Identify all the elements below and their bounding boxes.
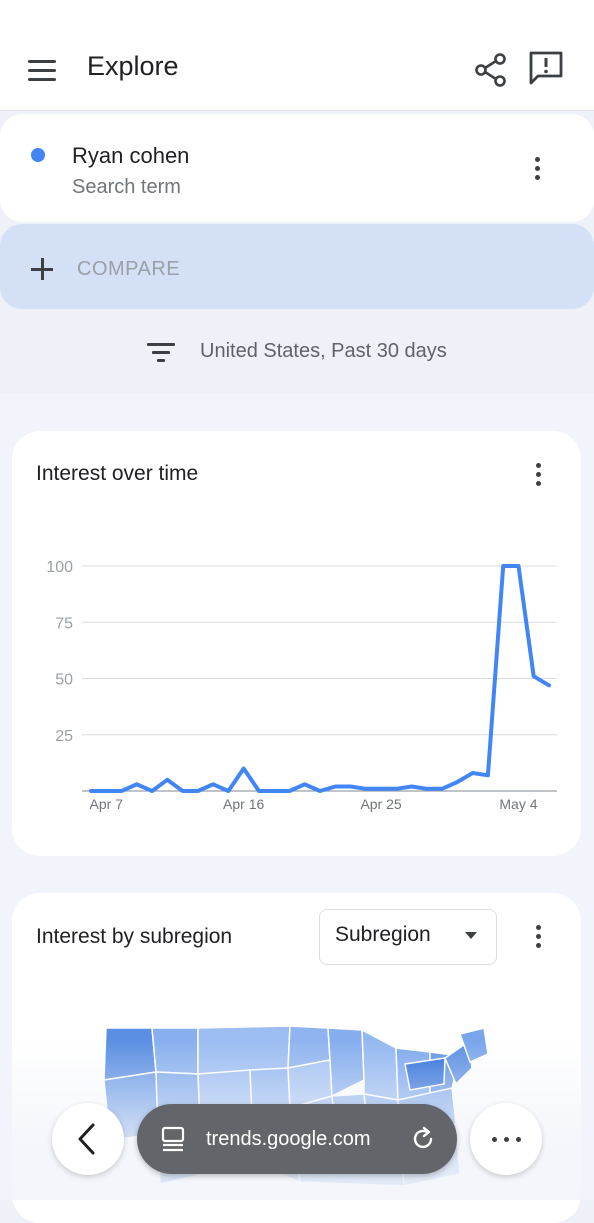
y-tick-label: 25 <box>55 728 73 745</box>
browser-more-icon[interactable] <box>470 1103 542 1175</box>
interest-over-time-chart: 25 50 75 100 Apr 7 Apr 16 Apr 25 May 4 <box>46 559 557 812</box>
y-tick-label: 50 <box>55 672 73 689</box>
reload-icon[interactable] <box>409 1124 439 1154</box>
x-tick-label: May 4 <box>499 796 537 812</box>
x-tick-label: Apr 25 <box>360 796 401 812</box>
y-tick-label: 100 <box>46 559 73 576</box>
url-text: trends.google.com <box>206 1128 371 1150</box>
chevron-left-icon <box>78 1123 95 1155</box>
y-tick-label: 75 <box>55 615 73 632</box>
subregion-dropdown-value: Subregion <box>335 923 431 946</box>
tab-icon <box>161 1126 185 1152</box>
interest-by-subregion-title: Interest by subregion <box>36 925 233 948</box>
x-tick-label: Apr 7 <box>90 796 124 812</box>
subregion-more-options-icon[interactable] <box>527 918 551 954</box>
back-button[interactable] <box>52 1103 124 1175</box>
dropdown-arrow-icon <box>465 932 477 939</box>
x-tick-label: Apr 16 <box>223 796 264 812</box>
